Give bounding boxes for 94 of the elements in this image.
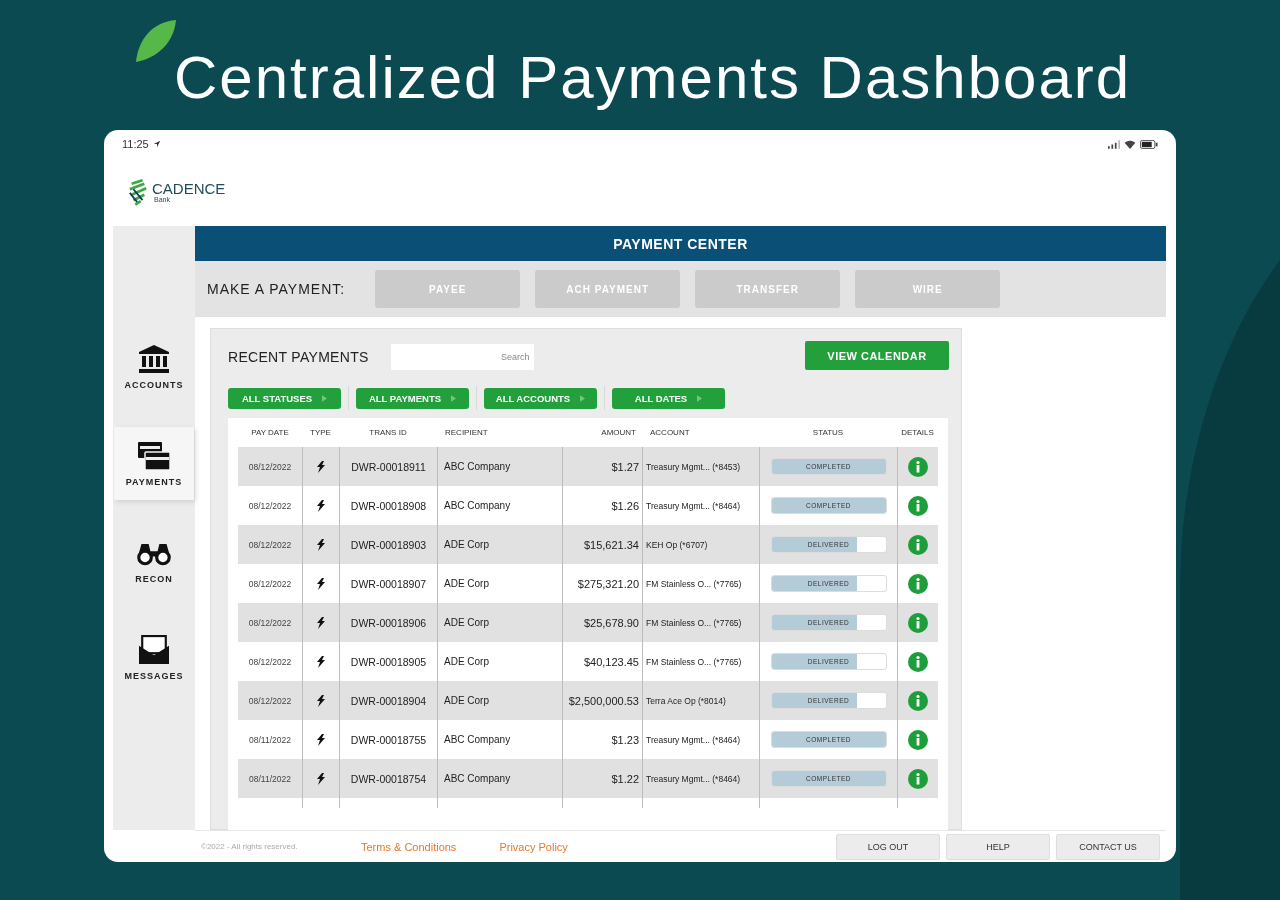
column-header: RECIPIENT — [444, 427, 489, 439]
wifi-icon — [1124, 139, 1136, 149]
lightning-icon — [317, 772, 325, 785]
lightning-icon — [317, 655, 325, 668]
table-cell: ADE Corp — [437, 525, 562, 564]
bank-icon — [137, 343, 171, 374]
table-cell-text: 08/12/2022 — [247, 694, 293, 708]
table-cell: FM Stainless O... (*7765) — [642, 603, 759, 642]
page-title: PAYMENT CENTER — [613, 235, 748, 252]
column-header: TRANS ID — [368, 427, 408, 439]
table-cell-text: 08/12/2022 — [247, 655, 293, 669]
table-cell-text: 08/12/2022 — [247, 538, 293, 552]
footer-button[interactable]: HELP — [946, 833, 1050, 860]
arrow-icon — [451, 394, 457, 402]
signal-icon — [1108, 139, 1120, 149]
info-button[interactable] — [908, 690, 928, 711]
sidebar-label: ACCOUNTS — [124, 379, 184, 390]
section-title: RECENT PAYMENTS — [228, 348, 369, 365]
arrow-icon — [580, 394, 586, 402]
sidebar-label: MESSAGES — [124, 670, 184, 681]
table-cell: $25,678.90 — [562, 603, 642, 642]
payment-label: MAKE A PAYMENT: — [207, 281, 346, 297]
logo-icon — [128, 177, 148, 207]
filter-dropdown[interactable]: ALL PAYMENTS — [356, 387, 469, 409]
sidebar-label: PAYMENTS — [125, 476, 183, 487]
column-header: ACCOUNT — [649, 427, 691, 439]
column-header: DETAILS — [900, 427, 935, 439]
brand-name: CADENCE — [152, 181, 226, 196]
arrow-icon — [322, 394, 328, 402]
table-cell: ADE Corp — [437, 603, 562, 642]
filter-dropdown[interactable]: ALL ACCOUNTS — [484, 387, 597, 409]
info-button[interactable] — [908, 573, 928, 594]
lightning-icon — [317, 694, 325, 707]
leaf-icon — [134, 18, 178, 64]
arrow-icon — [697, 394, 703, 402]
clock-time: 11:25 — [122, 138, 149, 150]
footer-button[interactable]: LOG OUT — [836, 833, 940, 860]
info-button[interactable] — [908, 651, 928, 672]
table-cell-text: 08/12/2022 — [247, 460, 293, 474]
headline: Centralized Payments Dashboard — [174, 43, 1132, 112]
view-calendar-button[interactable]: VIEW CALENDAR — [805, 341, 949, 370]
table-cell: KEH Op (*6707) — [642, 525, 759, 564]
sidebar-item[interactable]: RECON — [114, 524, 194, 597]
info-button[interactable] — [908, 534, 928, 555]
table-cell: $15,621.34 — [562, 525, 642, 564]
sidebar-item[interactable]: ACCOUNTS — [114, 330, 194, 403]
lightning-icon — [317, 733, 325, 746]
search-field[interactable]: Search — [390, 343, 534, 370]
lightning-icon — [317, 499, 325, 512]
footer-link[interactable]: Terms & Conditions — [361, 840, 457, 853]
table-cell: $2,500,000.53 — [562, 681, 642, 720]
table-cell-text: 08/12/2022 — [247, 577, 293, 591]
location-icon — [152, 140, 161, 148]
table-cell: ABC Company — [437, 759, 562, 798]
sidebar-item[interactable]: MESSAGES — [114, 621, 194, 694]
info-button[interactable] — [908, 612, 928, 633]
cards-icon — [137, 440, 171, 471]
table-cell: DWR-00018906 — [339, 603, 437, 642]
footer-button[interactable]: CONTACT US — [1056, 833, 1160, 860]
table-cell: DWR-00018904 — [339, 681, 437, 720]
info-button[interactable] — [908, 729, 928, 750]
table-cell: $1.22 — [562, 759, 642, 798]
lightning-icon — [317, 538, 325, 551]
footer-link[interactable]: Privacy Policy — [499, 840, 568, 853]
table-cell: Terra Ace Op (*8014) — [642, 681, 759, 720]
table-cell: DWR-00018903 — [339, 525, 437, 564]
table-cell-text: 08/11/2022 — [248, 772, 292, 786]
filter-dropdown[interactable]: ALL STATUSES — [228, 387, 341, 409]
sidebar-label: RECON — [135, 573, 173, 584]
envelope-icon — [137, 634, 171, 665]
battery-icon — [1140, 139, 1158, 149]
column-header: STATUS — [811, 427, 845, 439]
info-button[interactable] — [908, 456, 928, 477]
table-cell: Treasury Mgmt... (*8453) — [642, 447, 759, 486]
sidebar-item[interactable]: PAYMENTS — [114, 427, 194, 500]
table-cell-text: 08/12/2022 — [247, 616, 293, 630]
table-cell: $1.27 — [562, 447, 642, 486]
lightning-icon — [317, 577, 325, 590]
column-header: PAY DATE — [250, 427, 290, 439]
table-cell: DWR-00018911 — [339, 447, 437, 486]
info-button[interactable] — [908, 495, 928, 516]
info-button[interactable] — [908, 768, 928, 789]
table-cell: ABC Company — [437, 447, 562, 486]
filter-dropdown[interactable]: ALL DATES — [612, 387, 725, 409]
table-cell-text: 08/11/2022 — [248, 733, 292, 747]
table-cell: ADE Corp — [437, 681, 562, 720]
column-header: TYPE — [309, 427, 332, 439]
lightning-icon — [317, 616, 325, 629]
column-header: AMOUNT — [600, 427, 637, 439]
copyright-text: ©2022 - All rights reserved. — [201, 842, 299, 851]
lightning-icon — [317, 460, 325, 473]
table-cell: Treasury Mgmt... (*8464) — [642, 759, 759, 798]
table-cell: DWR-00018754 — [339, 759, 437, 798]
table-cell-text: 08/12/2022 — [247, 499, 293, 513]
